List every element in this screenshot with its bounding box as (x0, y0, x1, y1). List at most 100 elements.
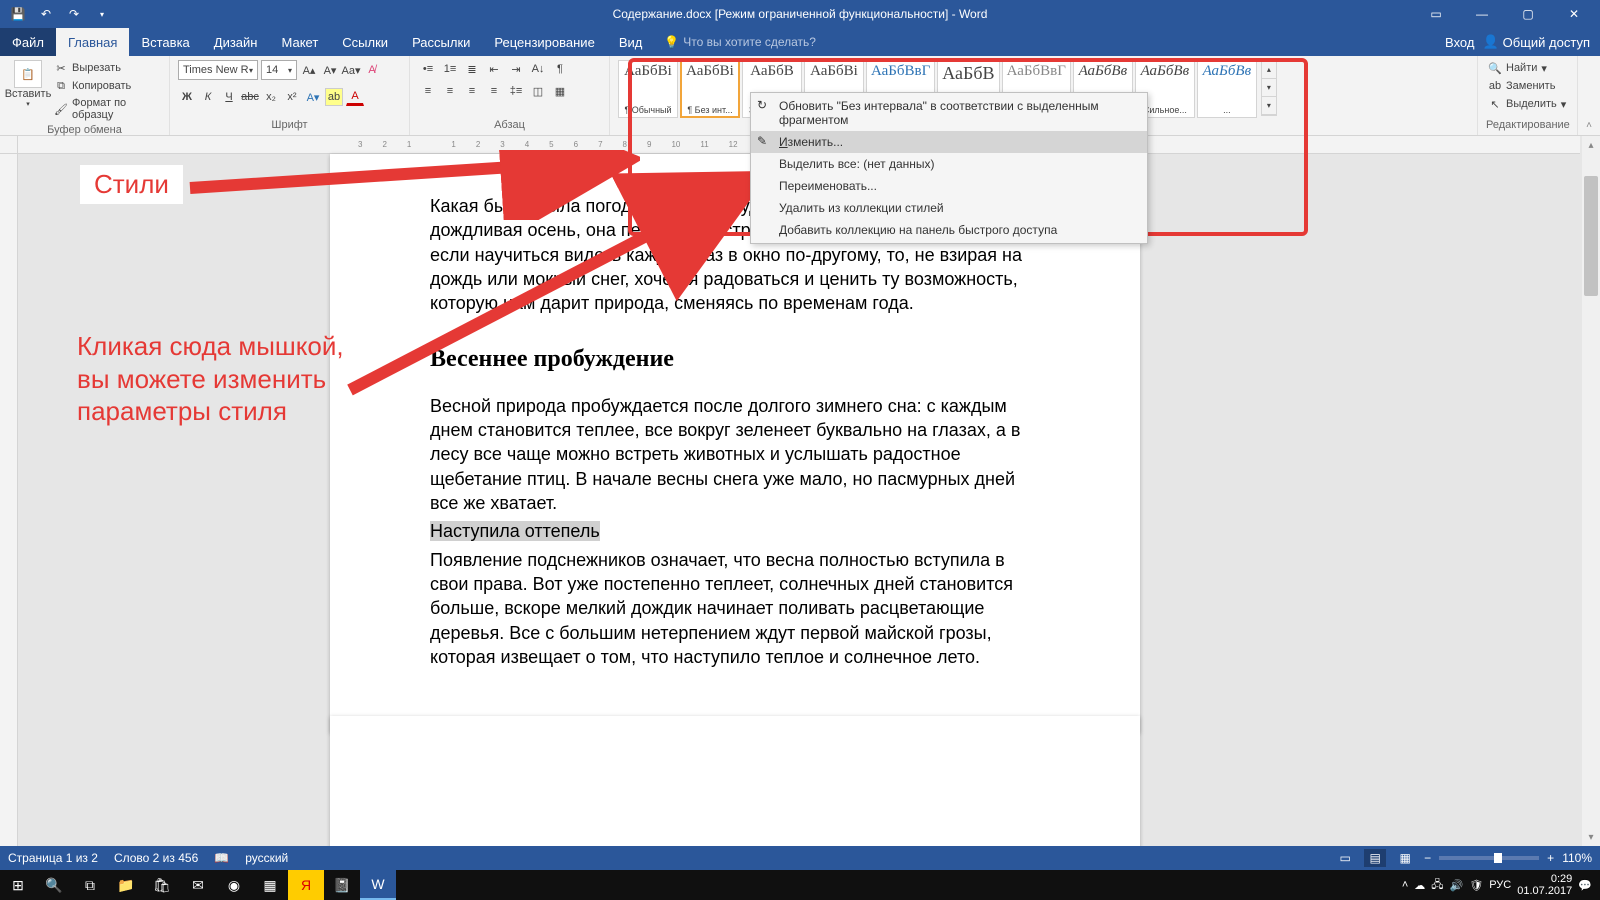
decrease-indent-icon[interactable]: ⇤ (484, 60, 504, 78)
spellcheck-icon[interactable]: 📖 (214, 851, 229, 865)
undo-icon[interactable]: ↶ (36, 4, 56, 24)
superscript-button[interactable]: x² (283, 88, 301, 106)
tab-review[interactable]: Рецензирование (482, 28, 606, 56)
search-icon[interactable]: 🔍 (36, 870, 72, 900)
status-words[interactable]: Слово 2 из 456 (114, 851, 198, 865)
increase-indent-icon[interactable]: ⇥ (506, 60, 526, 78)
numbering-icon[interactable]: 1≡ (440, 60, 460, 78)
tab-layout[interactable]: Макет (269, 28, 330, 56)
ribbon-options-icon[interactable]: ▭ (1416, 0, 1456, 28)
tray-notifications-icon[interactable]: 💬 (1578, 879, 1592, 892)
chrome-icon[interactable]: ◉ (216, 870, 252, 900)
mail-icon[interactable]: ✉ (180, 870, 216, 900)
find-button[interactable]: 🔍Найти ▾ (1486, 60, 1549, 76)
status-language[interactable]: русский (245, 851, 288, 865)
tray-clock[interactable]: 0:29 01.07.2017 (1517, 873, 1572, 897)
align-right-icon[interactable]: ≡ (462, 82, 482, 100)
zoom-value[interactable]: 110% (1562, 851, 1592, 865)
show-marks-icon[interactable]: ¶ (550, 60, 570, 78)
styles-row-down-icon[interactable]: ▾ (1262, 79, 1276, 97)
paste-button[interactable]: 📋 Вставить ▾ (8, 60, 48, 108)
format-painter-button[interactable]: 🖌Формат по образцу (52, 96, 161, 122)
tab-file[interactable]: Файл (0, 28, 56, 56)
zoom-in-icon[interactable]: + (1547, 851, 1554, 865)
explorer-icon[interactable]: 📁 (108, 870, 144, 900)
style-no-spacing[interactable]: АаБбВі¶ Без инт... (680, 60, 740, 118)
font-size-combo[interactable]: 14▾ (261, 60, 297, 80)
tab-view[interactable]: Вид (607, 28, 655, 56)
start-icon[interactable]: ⊞ (0, 870, 36, 900)
close-icon[interactable]: ✕ (1554, 0, 1594, 28)
style-more[interactable]: АаБбВв... (1197, 60, 1257, 118)
tell-me-search[interactable]: 💡 Что вы хотите сделать? (664, 28, 816, 56)
change-case-icon[interactable]: Aa▾ (342, 61, 360, 79)
sort-icon[interactable]: A↓ (528, 60, 548, 78)
ctx-modify-style[interactable]: ✎Изменить... (751, 131, 1147, 153)
subscript-button[interactable]: x₂ (262, 88, 280, 106)
share-button[interactable]: 👤 Общий доступ (1482, 34, 1590, 50)
app-icon[interactable]: ▦ (252, 870, 288, 900)
collapse-ribbon-icon[interactable]: ˄ (1586, 120, 1592, 131)
scroll-down-icon[interactable]: ▾ (1582, 828, 1600, 846)
status-page[interactable]: Страница 1 из 2 (8, 851, 98, 865)
tab-insert[interactable]: Вставка (129, 28, 201, 56)
document-page-2[interactable] (330, 716, 1140, 846)
tray-defender-icon[interactable]: 🛡 (1469, 879, 1483, 892)
vertical-scrollbar[interactable]: ▴ ▾ (1582, 136, 1600, 846)
strike-button[interactable]: abc (241, 88, 259, 106)
tray-chevron-icon[interactable]: ˄ (1402, 879, 1408, 891)
scroll-thumb[interactable] (1584, 176, 1598, 296)
copy-button[interactable]: ⧉Копировать (52, 78, 161, 94)
tab-home[interactable]: Главная (56, 28, 129, 56)
zoom-out-icon[interactable]: − (1424, 851, 1431, 865)
ctx-rename[interactable]: Переименовать... (751, 175, 1147, 197)
tray-onedrive-icon[interactable]: ☁ (1414, 879, 1425, 892)
qat-customize-icon[interactable]: ▾ (92, 4, 112, 24)
print-layout-icon[interactable]: ▤ (1364, 849, 1386, 867)
zoom-slider[interactable] (1439, 856, 1539, 860)
bullets-icon[interactable]: •≡ (418, 60, 438, 78)
notepad-icon[interactable]: 📓 (324, 870, 360, 900)
italic-button[interactable]: К (199, 88, 217, 106)
align-left-icon[interactable]: ≡ (418, 82, 438, 100)
ctx-update-style[interactable]: ↻Обновить "Без интервала" в соответствии… (751, 95, 1147, 131)
line-spacing-icon[interactable]: ‡≡ (506, 82, 526, 100)
tray-network-icon[interactable]: 🖧 (1431, 876, 1443, 895)
select-button[interactable]: ↖Выделить ▾ (1486, 96, 1568, 112)
word-icon[interactable]: W (360, 870, 396, 900)
redo-icon[interactable]: ↷ (64, 4, 84, 24)
text-effects-icon[interactable]: A▾ (304, 88, 322, 106)
styles-expand-icon[interactable]: ▾ (1262, 97, 1276, 115)
shading-icon[interactable]: ◫ (528, 82, 548, 100)
styles-row-up-icon[interactable]: ▴ (1262, 61, 1276, 79)
style-normal[interactable]: АаБбВі¶ Обычный (618, 60, 678, 118)
save-icon[interactable]: 💾 (8, 4, 28, 24)
tab-design[interactable]: Дизайн (202, 28, 270, 56)
multilevel-icon[interactable]: ≣ (462, 60, 482, 78)
clear-format-icon[interactable]: A̸ (363, 61, 381, 79)
minimize-icon[interactable]: — (1462, 0, 1502, 28)
borders-icon[interactable]: ▦ (550, 82, 570, 100)
tab-mailings[interactable]: Рассылки (400, 28, 482, 56)
scroll-up-icon[interactable]: ▴ (1582, 136, 1600, 154)
tab-references[interactable]: Ссылки (330, 28, 400, 56)
taskview-icon[interactable]: ⧉ (72, 870, 108, 900)
highlight-icon[interactable]: ab (325, 88, 343, 106)
align-center-icon[interactable]: ≡ (440, 82, 460, 100)
grow-font-icon[interactable]: A▴ (300, 61, 318, 79)
store-icon[interactable]: 🛍 (144, 870, 180, 900)
yandex-icon[interactable]: Я (288, 870, 324, 900)
tray-volume-icon[interactable]: 🔊 (1450, 879, 1464, 892)
login-link[interactable]: Вход (1445, 35, 1474, 50)
tray-language[interactable]: РУС (1489, 879, 1511, 891)
justify-icon[interactable]: ≡ (484, 82, 504, 100)
ctx-select-all[interactable]: Выделить все: (нет данных) (751, 153, 1147, 175)
ctx-remove-from-gallery[interactable]: Удалить из коллекции стилей (751, 197, 1147, 219)
ctx-add-to-qat[interactable]: Добавить коллекцию на панель быстрого до… (751, 219, 1147, 241)
font-name-combo[interactable]: Times New R▾ (178, 60, 258, 80)
cut-button[interactable]: ✂Вырезать (52, 60, 161, 76)
font-color-icon[interactable]: A (346, 88, 364, 106)
replace-button[interactable]: abЗаменить (1486, 78, 1557, 94)
bold-button[interactable]: Ж (178, 88, 196, 106)
shrink-font-icon[interactable]: A▾ (321, 61, 339, 79)
